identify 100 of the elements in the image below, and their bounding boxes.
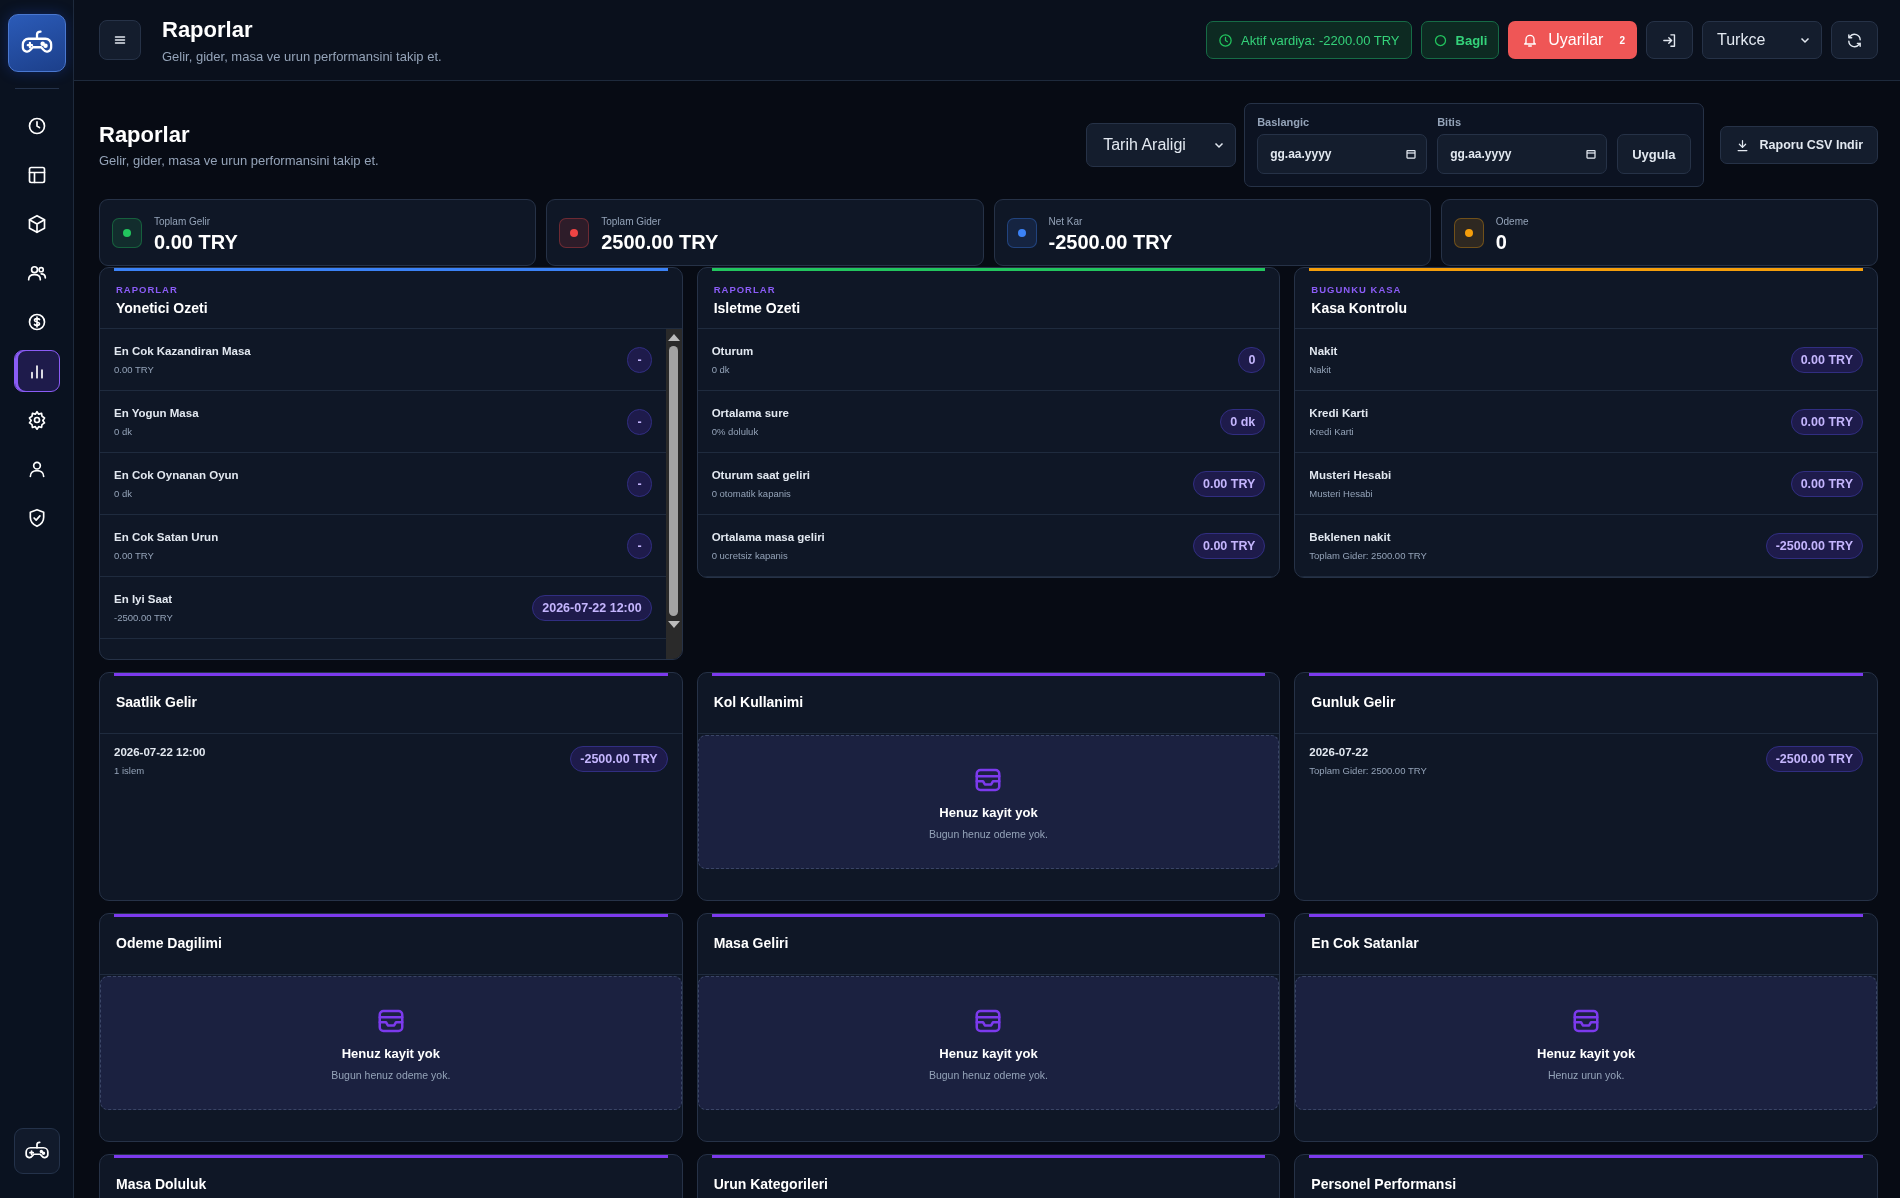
bell-icon xyxy=(1522,32,1539,48)
dollar-icon xyxy=(26,311,47,332)
date-input[interactable]: gg.aa.yyyy xyxy=(1437,134,1608,174)
value-badge: - xyxy=(627,346,652,373)
stat-value: 2500.00 TRY xyxy=(601,230,719,254)
scrollbar[interactable] xyxy=(665,329,682,659)
panel-eyebrow: RAPORLAR xyxy=(713,284,777,295)
value-badge: 0.00 TRY xyxy=(1790,470,1863,497)
login-button[interactable] xyxy=(1646,21,1693,59)
empty-title: Henuz kayit yok xyxy=(939,804,1038,820)
value-badge: -2500.00 TRY xyxy=(570,746,668,772)
empty-message: Bugun henuz odeme yok. xyxy=(331,1068,451,1081)
stat-value: 0.00 TRY xyxy=(154,230,238,254)
row-label: En Cok Kazandiran Masa xyxy=(114,344,252,357)
row-detail: Kredi Karti xyxy=(1309,425,1355,437)
header-subtitle: Gelir, gider, masa ve urun performansini takip et. xyxy=(162,48,442,64)
row-detail: Toplam Gider: 2500.00 TRY xyxy=(1309,765,1428,776)
row-label: En Iyi Saat xyxy=(114,592,174,605)
value-badge: - xyxy=(627,408,652,435)
row-label: En Cok Oynanan Oyun xyxy=(114,468,240,481)
panel-title: Odeme Dagilimi xyxy=(116,935,223,951)
empty-message: Bugun henuz odeme yok. xyxy=(928,827,1049,840)
row-label: En Cok Satan Urun xyxy=(114,530,220,543)
value-badge: - xyxy=(627,470,652,497)
field-label: Baslangic xyxy=(1257,116,1311,128)
menu-button[interactable] xyxy=(99,20,141,60)
row-label: Nakit xyxy=(1309,344,1339,357)
calendar-icon xyxy=(1585,148,1598,160)
app-logo[interactable] xyxy=(7,14,66,72)
apply-button[interactable]: Uygula xyxy=(1617,134,1691,174)
field-label: Bitis xyxy=(1437,116,1462,128)
row-detail: 0 ucretsiz kapanis xyxy=(711,549,789,561)
row-label: 2026-07-22 12:00 xyxy=(114,746,207,758)
row-label: Ortalama sure xyxy=(711,406,790,419)
row-label: En Yogun Masa xyxy=(114,406,200,419)
panel-title: Kol Kullanimi xyxy=(713,694,805,710)
row-detail: Nakit xyxy=(1309,363,1332,375)
row-detail: 0 dk xyxy=(114,487,133,499)
value-badge: 0 dk xyxy=(1220,408,1266,435)
row-detail: 0 dk xyxy=(114,425,133,437)
refresh-icon xyxy=(1846,31,1863,49)
panel-title: Isletme Ozeti xyxy=(713,300,802,316)
row-detail: 1 islem xyxy=(114,765,146,776)
empty-message: Henuz urun yok. xyxy=(1547,1068,1625,1081)
table-icon xyxy=(26,164,47,185)
empty-title: Henuz kayit yok xyxy=(341,1045,440,1061)
panel-eyebrow: BUGUNKU KASA xyxy=(1311,284,1403,295)
download-icon xyxy=(1734,137,1750,153)
value-badge: 0.00 TRY xyxy=(1193,532,1266,559)
page-title: Raporlar xyxy=(99,122,191,148)
app-logo-small[interactable] xyxy=(13,1128,60,1174)
cube-icon xyxy=(26,213,47,234)
stat-label: Toplam Gelir xyxy=(154,215,212,227)
value-badge: 0.00 TRY xyxy=(1790,408,1863,435)
value-badge: 2026-07-22 12:00 xyxy=(532,594,652,621)
row-label: Kredi Karti xyxy=(1309,406,1370,419)
row-detail: 0 dk xyxy=(711,363,731,375)
stat-label: Odeme xyxy=(1495,215,1529,227)
panel-eyebrow: RAPORLAR xyxy=(116,284,179,295)
stat-label: Net Kar xyxy=(1048,215,1084,227)
value-badge: 0.00 TRY xyxy=(1790,346,1863,373)
stat-label: Toplam Gider xyxy=(601,215,662,227)
row-detail: 0 otomatik kapanis xyxy=(711,487,792,499)
status-circle-icon xyxy=(1432,32,1448,48)
panel-title: En Cok Satanlar xyxy=(1311,935,1420,951)
empty-title: Henuz kayit yok xyxy=(1537,1045,1636,1061)
row-label: 2026-07-22 xyxy=(1309,746,1370,758)
clock-icon xyxy=(26,115,47,136)
export-csv-button[interactable]: Raporu CSV Indir xyxy=(1719,126,1878,164)
empty-message: Bugun henuz odeme yok. xyxy=(928,1068,1049,1081)
row-label: Oturum xyxy=(711,344,755,357)
sign-in-icon xyxy=(1661,31,1678,49)
connection-status: Bagli xyxy=(1420,21,1500,59)
panel-title: Kasa Kontrolu xyxy=(1311,300,1408,316)
panel-title: Urun Kategorileri xyxy=(713,1176,829,1192)
row-detail: 0.00 TRY xyxy=(114,363,155,375)
value-badge: -2500.00 TRY xyxy=(1765,746,1863,772)
language-select[interactable]: Turkce xyxy=(1702,21,1822,59)
stat-value: 0 xyxy=(1495,230,1508,254)
stat-value: -2500.00 TRY xyxy=(1048,230,1173,254)
row-label: Ortalama masa geliri xyxy=(711,530,826,543)
nav-button[interactable] xyxy=(13,349,60,392)
row-detail: Musteri Hesabi xyxy=(1309,487,1374,499)
date-input[interactable]: gg.aa.yyyy xyxy=(1257,134,1428,174)
panel-title: Masa Doluluk xyxy=(116,1176,208,1192)
alert-count: 2 xyxy=(1619,34,1625,46)
row-detail: 0% doluluk xyxy=(711,425,760,437)
row-detail: Toplam Gider: 2500.00 TRY xyxy=(1309,549,1428,561)
header-title: Raporlar xyxy=(162,16,254,43)
value-badge: - xyxy=(627,532,652,559)
page-subtitle: Gelir, gider, masa ve urun performansini takip et. xyxy=(99,153,379,168)
row-detail: -2500.00 TRY xyxy=(114,611,174,623)
panel-title: Masa Geliri xyxy=(713,935,790,951)
row-label: Musteri Hesabi xyxy=(1309,468,1393,481)
panel-title: Yonetici Ozeti xyxy=(116,300,209,316)
row-label: Oturum saat geliri xyxy=(711,468,812,481)
refresh-button[interactable] xyxy=(1831,21,1878,59)
date-range-select[interactable]: Tarih Araligi xyxy=(1086,123,1237,167)
value-badge: 0.00 TRY xyxy=(1193,470,1266,497)
calendar-icon xyxy=(1405,148,1418,160)
